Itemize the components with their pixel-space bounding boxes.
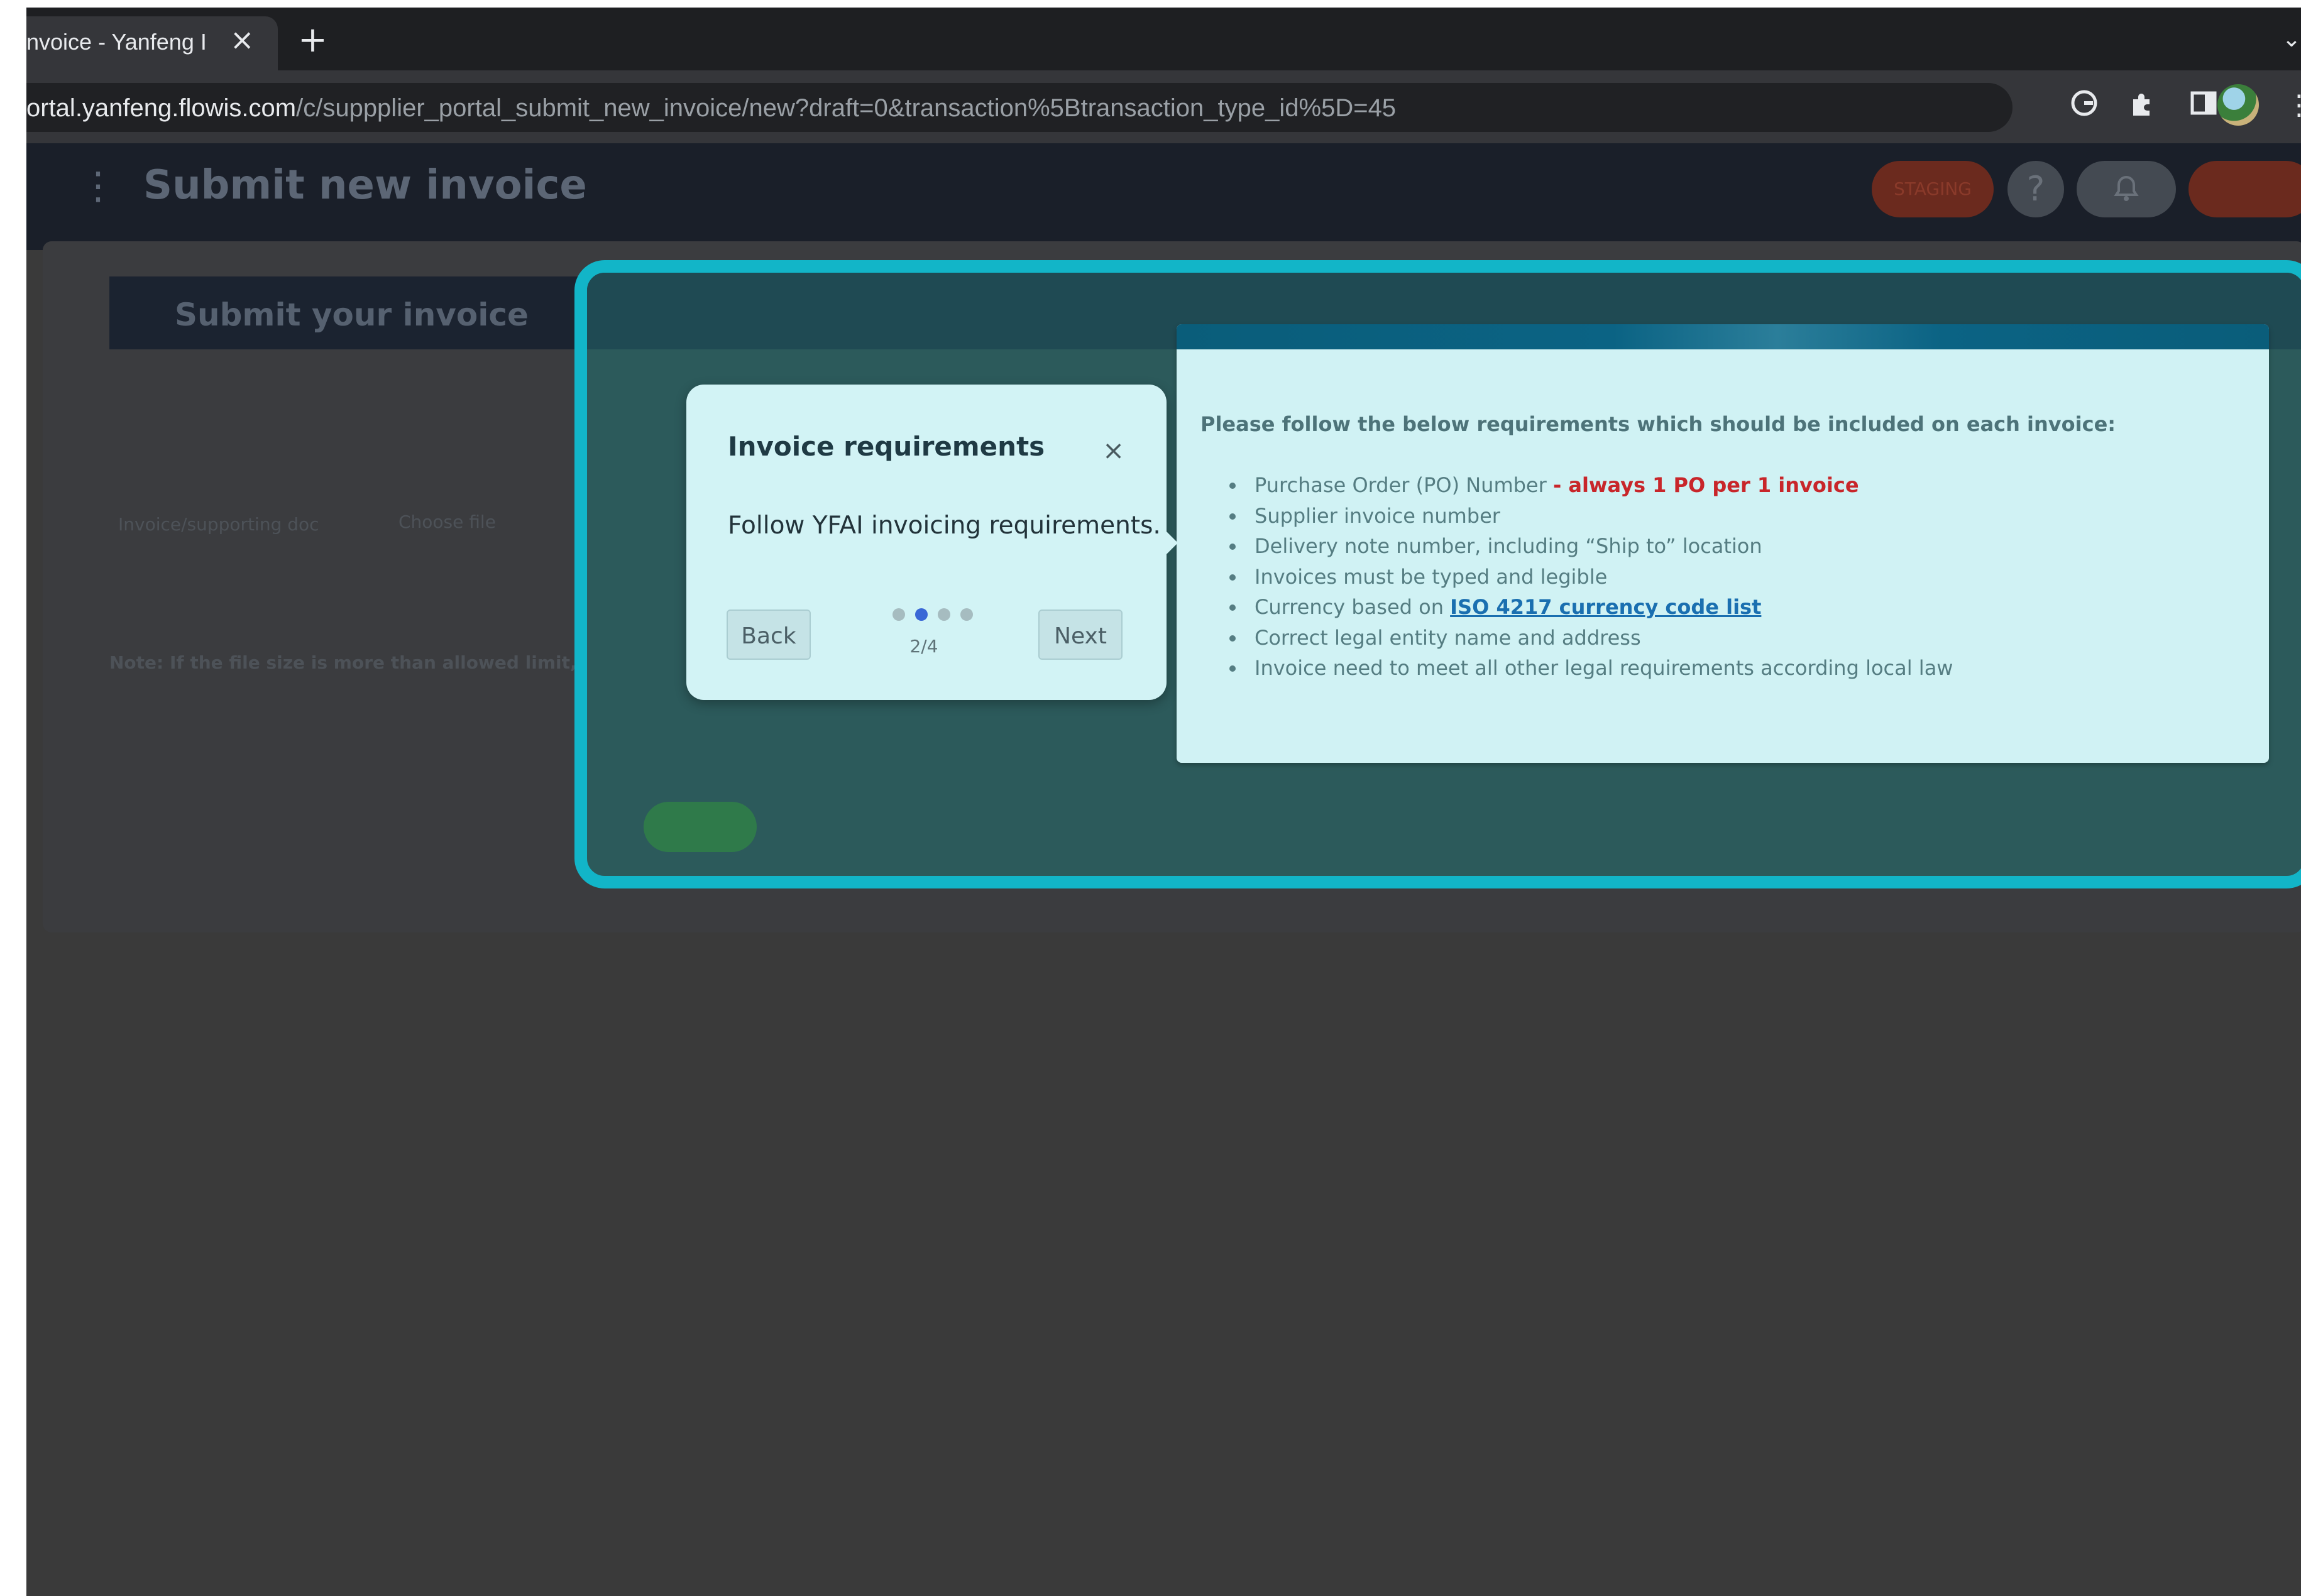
profile-avatar[interactable] [2217,84,2259,126]
browser-tab-active[interactable]: nvoice - Yanfeng I × [26,16,278,70]
upload-label: Invoice/supporting doc [118,514,319,535]
browser-window: nvoice - Yanfeng I × + ⌄ ortal.yanfeng.f… [26,8,2301,1596]
user-menu-button[interactable] [2188,161,2301,217]
url-path: /c/suppplier_portal_submit_new_invoice/n… [296,94,1397,122]
submit-button-dimmed[interactable] [644,802,757,852]
url-text: ortal.yanfeng.flowis.com/c/suppplier_por… [26,94,1396,123]
list-item: Correct legal entity name and address [1229,623,1953,653]
choose-file-button[interactable]: Choose file [398,511,496,532]
help-icon[interactable]: ? [2007,161,2064,217]
list-item: Invoices must be typed and legible [1229,562,1953,593]
list-item: Supplier invoice number [1229,501,1953,532]
next-button[interactable]: Next [1038,609,1123,660]
list-item: Purchase Order (PO) Number - always 1 PO… [1229,470,1953,501]
extensions-puzzle-icon[interactable] [2126,88,2161,123]
requirement-emphasis: - always 1 PO per 1 invoice [1552,473,1859,497]
staging-badge-label: STAGING [1894,178,1972,199]
step-dot-active[interactable] [915,608,928,621]
list-item: Delivery note number, including “Ship to… [1229,531,1953,562]
google-lens-icon[interactable] [2067,88,2102,123]
tab-title: nvoice - Yanfeng I [26,29,207,55]
back-button[interactable]: Back [727,609,811,660]
tour-popover: Invoice requirements × Follow YFAI invoi… [686,385,1178,700]
list-item: Invoice need to meet all other legal req… [1229,653,1953,684]
requirements-header-bar [1177,324,2269,349]
step-dot[interactable] [960,608,973,621]
browser-menu-icon[interactable]: ⋮ [2282,88,2301,123]
popover-title: Invoice requirements [728,431,1045,462]
url-host: ortal.yanfeng.flowis.com [26,94,297,122]
section-title: Submit your invoice [175,297,529,333]
close-icon[interactable]: × [1102,437,1124,464]
kebab-menu-icon[interactable]: ⋮ [79,167,117,205]
step-dot[interactable] [938,608,950,621]
iso-currency-link[interactable]: ISO 4217 currency code list [1450,595,1761,619]
app-header: ⋮ Submit new invoice STAGING ? [26,143,2301,250]
step-counter: 2/4 [909,636,938,657]
side-panel-icon[interactable] [2186,88,2221,123]
close-icon[interactable]: × [230,25,255,54]
address-bar[interactable]: ortal.yanfeng.flowis.com/c/suppplier_por… [26,83,2013,132]
step-dot[interactable] [892,608,905,621]
requirements-panel: Please follow the below requirements whi… [1177,324,2269,763]
requirement-text: Currency based on [1255,595,1451,619]
list-item: Currency based on ISO 4217 currency code… [1229,592,1953,623]
staging-badge: STAGING [1872,161,1994,217]
step-indicator [886,608,973,623]
requirement-text: Purchase Order (PO) Number [1255,473,1553,497]
tab-search-chevron-icon[interactable]: ⌄ [2282,26,2301,52]
page-title: Submit new invoice [143,162,587,209]
popover-body: Follow YFAI invoicing requirements. [728,511,1161,540]
requirements-heading: Please follow the below requirements whi… [1200,412,2116,436]
new-tab-icon[interactable]: + [298,23,327,58]
requirements-list: Purchase Order (PO) Number - always 1 PO… [1229,470,1953,684]
bell-icon[interactable] [2077,161,2176,217]
browser-toolbar: ortal.yanfeng.flowis.com/c/suppplier_por… [26,70,2301,143]
tab-strip: nvoice - Yanfeng I × + ⌄ [26,8,2301,70]
